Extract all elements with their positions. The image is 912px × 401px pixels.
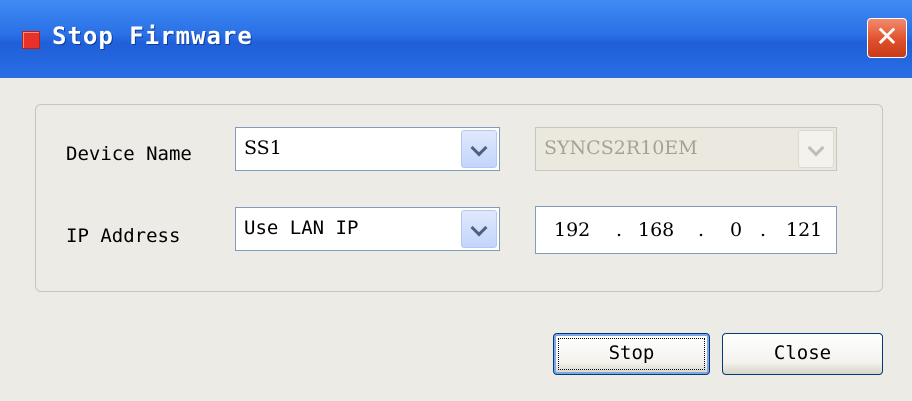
ip-separator: .: [616, 219, 623, 241]
focus-rect: [558, 338, 705, 370]
ip-mode-value: Use LAN IP: [244, 217, 359, 239]
app-icon: [22, 31, 40, 49]
ip-octet-4[interactable]: 121: [786, 219, 822, 241]
ip-separator: .: [698, 219, 705, 241]
model-value: SYNCS2R10EM: [544, 137, 698, 159]
dropdown-arrow-button: [798, 130, 834, 168]
dropdown-arrow-button[interactable]: [461, 210, 497, 248]
chevron-down-icon: [470, 139, 488, 157]
chevron-down-icon: [807, 139, 825, 157]
ip-octet-1[interactable]: 192: [554, 219, 590, 241]
close-button-label: Close: [773, 342, 832, 364]
ip-octet-2[interactable]: 168: [638, 219, 674, 241]
ip-address-label: IP Address: [66, 225, 181, 247]
ip-octet-3[interactable]: 0: [730, 219, 742, 241]
stop-button[interactable]: Stop: [553, 333, 710, 375]
title-bar[interactable]: Stop Firmware ✕: [0, 0, 912, 78]
ip-separator: .: [760, 219, 767, 241]
close-button[interactable]: Close: [722, 333, 883, 375]
close-window-button[interactable]: ✕: [867, 18, 907, 58]
device-name-dropdown[interactable]: SS1: [235, 127, 500, 171]
ip-address-field[interactable]: 192 . 168 . 0 . 121: [535, 206, 837, 254]
dropdown-arrow-button[interactable]: [461, 130, 497, 168]
chevron-down-icon: [470, 219, 488, 237]
device-name-value: SS1: [244, 137, 282, 159]
device-name-label: Device Name: [66, 143, 192, 165]
window-title: Stop Firmware: [52, 22, 253, 50]
model-dropdown: SYNCS2R10EM: [535, 127, 837, 171]
ip-mode-dropdown[interactable]: Use LAN IP: [235, 207, 500, 251]
